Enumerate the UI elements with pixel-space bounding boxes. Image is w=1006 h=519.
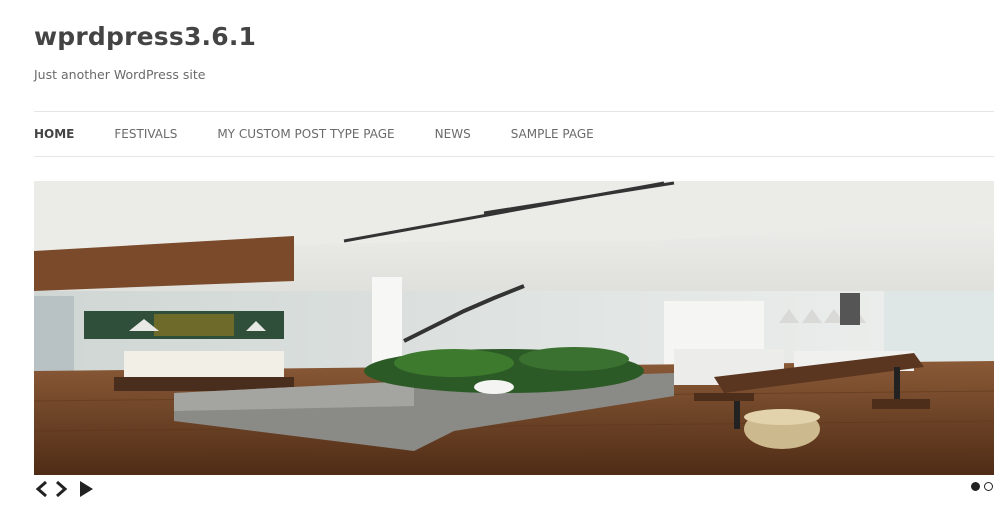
page: wprdpress3.6.1 Just another WordPress si… <box>0 0 1006 519</box>
interior-loft-photo <box>34 181 994 475</box>
nav-item-custom-post-type-page[interactable]: MY CUSTOM POST TYPE PAGE <box>217 127 394 141</box>
play-icon[interactable] <box>78 479 94 499</box>
nav-item-news[interactable]: NEWS <box>435 127 471 141</box>
nav-item-sample-page[interactable]: SAMPLE PAGE <box>511 127 594 141</box>
prev-icon[interactable] <box>34 479 50 499</box>
next-icon[interactable] <box>53 479 69 499</box>
slider-controls <box>34 479 94 499</box>
site-tagline: Just another WordPress site <box>34 67 206 82</box>
site-title[interactable]: wprdpress3.6.1 <box>34 22 256 51</box>
image-slider[interactable] <box>34 181 994 475</box>
main-navigation: HOME FESTIVALS MY CUSTOM POST TYPE PAGE … <box>34 112 634 156</box>
slide-dot-2[interactable] <box>984 482 993 491</box>
nav-item-festivals[interactable]: FESTIVALS <box>114 127 177 141</box>
nav-item-home[interactable]: HOME <box>34 127 74 141</box>
slider-pagination <box>971 482 993 491</box>
nav-bottom-divider <box>34 156 994 157</box>
slide-dot-1[interactable] <box>971 482 980 491</box>
